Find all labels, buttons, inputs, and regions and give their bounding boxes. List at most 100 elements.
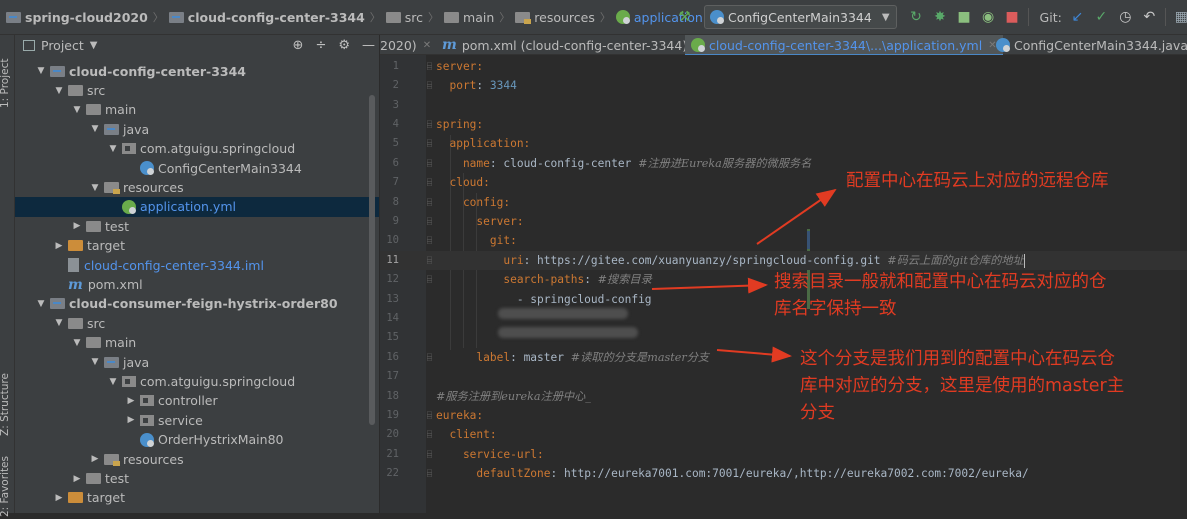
chevron-right-icon[interactable]: ▶: [53, 493, 65, 503]
breadcrumb-item-main[interactable]: main: [442, 10, 496, 25]
coverage-icon[interactable]: ■: [956, 8, 973, 26]
fold-marker-icon[interactable]: ⌸: [427, 251, 432, 270]
chevron-down-icon[interactable]: ▼: [35, 299, 47, 309]
fold-marker-icon[interactable]: ⌸: [427, 134, 432, 153]
tab-favorites-tool[interactable]: 2: Favorites: [0, 455, 15, 519]
tree-item[interactable]: ▼ cloud-consumer-feign-hystrix-order80: [15, 294, 379, 313]
tree-item[interactable]: ConfigCenterMain3344: [15, 159, 379, 178]
run-icon[interactable]: ↻: [908, 8, 925, 26]
tab-pom-xml[interactable]: mpom.xml (cloud-config-center-3344)✕: [440, 35, 708, 55]
fold-marker-icon[interactable]: ⌸: [427, 270, 432, 289]
fold-marker-icon[interactable]: ⌸: [427, 115, 432, 134]
breadcrumb-item-resources[interactable]: resources: [513, 10, 597, 25]
project-structure-icon[interactable]: ▦: [1173, 8, 1187, 26]
git-commit-icon[interactable]: ✓: [1093, 8, 1110, 26]
fold-marker-icon[interactable]: ⌸: [427, 406, 432, 425]
chevron-right-icon[interactable]: ▶: [71, 221, 83, 231]
chevron-down-icon[interactable]: ▼: [71, 338, 83, 348]
chevron-down-icon[interactable]: ▼: [107, 377, 119, 387]
code-text: application:: [436, 134, 530, 153]
module-folder-icon: [6, 11, 21, 23]
tree-item[interactable]: ▶ test: [15, 469, 379, 488]
fold-marker-icon[interactable]: ⌸: [427, 154, 432, 173]
fold-marker-icon[interactable]: ⌸: [427, 425, 432, 444]
fold-marker-icon[interactable]: ⌸: [427, 348, 432, 367]
git-label: Git:: [1039, 9, 1062, 25]
tree-item[interactable]: ▶ target: [15, 236, 379, 255]
line-number: 7: [392, 176, 399, 189]
fold-marker-icon[interactable]: ⌸: [427, 464, 432, 483]
chevron-down-icon[interactable]: ▼: [89, 183, 101, 193]
tree-item[interactable]: ▼ main: [15, 333, 379, 352]
tree-item[interactable]: ▶ controller: [15, 391, 379, 410]
tree-item[interactable]: ▶ test: [15, 217, 379, 236]
git-update-icon[interactable]: ↙: [1069, 8, 1086, 26]
fold-marker-icon[interactable]: ⌸: [427, 76, 432, 95]
tree-item[interactable]: ▼ com.atguigu.springcloud: [15, 372, 379, 391]
tree-item[interactable]: m pom.xml: [15, 275, 379, 294]
gear-icon[interactable]: ⚙: [338, 38, 350, 53]
tree-item[interactable]: cloud-config-center-3344.iml: [15, 256, 379, 275]
debug-icon[interactable]: ✸: [932, 8, 949, 26]
chevron-right-icon[interactable]: ▶: [125, 415, 137, 425]
rollback-icon[interactable]: ↶: [1141, 8, 1158, 26]
tree-item[interactable]: ▼ main: [15, 100, 379, 119]
chevron-down-icon[interactable]: ▼: [90, 40, 98, 51]
chevron-down-icon[interactable]: ▼: [107, 144, 119, 154]
tree-item[interactable]: ▼ resources: [15, 178, 379, 197]
tree-item[interactable]: ▼ java: [15, 353, 379, 372]
chevron-down-icon[interactable]: ▼: [53, 318, 65, 328]
minimize-icon[interactable]: —: [362, 38, 375, 53]
tree-item[interactable]: ▼ com.atguigu.springcloud: [15, 139, 379, 158]
collapse-all-icon[interactable]: ÷: [315, 38, 326, 53]
breadcrumb-item-module[interactable]: cloud-config-center-3344: [167, 10, 367, 25]
chevron-down-icon[interactable]: ▼: [53, 86, 65, 96]
tree-item-label: application.yml: [140, 199, 236, 215]
history-icon[interactable]: ◷: [1117, 8, 1134, 26]
tree-item[interactable]: ▶ target: [15, 488, 379, 507]
text-caret: [1023, 253, 1025, 268]
locate-icon[interactable]: ⊕: [293, 38, 304, 53]
fold-marker-icon[interactable]: ⌸: [427, 173, 432, 192]
fold-marker-icon[interactable]: ⌸: [427, 193, 432, 212]
tab-structure-tool[interactable]: Z: Structure: [0, 357, 15, 453]
tab-project-tool[interactable]: 1: Project: [0, 43, 15, 123]
tab-application-yml[interactable]: cloud-config-center-3344\...\application…: [685, 35, 1003, 56]
tree-item[interactable]: ▼ cloud-config-center-3344: [15, 62, 379, 81]
profile-icon[interactable]: ◉: [980, 8, 997, 26]
fold-marker-icon[interactable]: ⌸: [427, 57, 432, 76]
build-hammer-icon[interactable]: ⚒: [676, 8, 693, 26]
project-scrollbar[interactable]: [369, 95, 375, 425]
chevron-right-icon[interactable]: ▶: [53, 241, 65, 251]
code-line: 9 ⌸ server:: [380, 212, 1187, 231]
chevron-right-icon[interactable]: ▶: [125, 396, 137, 406]
chevron-down-icon[interactable]: ▼: [35, 66, 47, 76]
tree-item[interactable]: ▶ resources: [15, 450, 379, 469]
tree-item[interactable]: ▼ java: [15, 120, 379, 139]
class-icon: [710, 10, 724, 24]
chevron-right-icon[interactable]: ▶: [89, 454, 101, 464]
tree-item[interactable]: OrderHystrixMain80: [15, 430, 379, 449]
tab-editor-partial[interactable]: 2020) ✕: [380, 35, 437, 55]
stop-icon[interactable]: ■: [1004, 8, 1021, 26]
breadcrumb-item-project[interactable]: spring-cloud2020: [4, 10, 150, 25]
fold-marker-icon[interactable]: ⌸: [427, 445, 432, 464]
run-configuration-select[interactable]: ConfigCenterMain3344 ▼: [704, 5, 897, 29]
tab-config-center-main[interactable]: ConfigCenterMain3344.java✕: [992, 35, 1187, 55]
chevron-right-icon[interactable]: ▶: [71, 474, 83, 484]
chevron-down-icon[interactable]: ▼: [71, 105, 83, 115]
breadcrumb-item-src[interactable]: src: [384, 10, 425, 25]
fold-marker-icon[interactable]: ⌸: [427, 212, 432, 231]
tree-item[interactable]: ▶ service: [15, 411, 379, 430]
code-line: 21 ⌸ service-url:: [380, 445, 1187, 464]
tree-item[interactable]: ▼ src: [15, 314, 379, 333]
tree-item[interactable]: application.yml: [15, 197, 379, 217]
code-text: uri: https://gitee.com/xuanyuanzy/spring…: [436, 251, 1025, 270]
chevron-down-icon[interactable]: ▼: [89, 124, 101, 134]
tree-item[interactable]: ▼ src: [15, 81, 379, 100]
run-configuration-label: ConfigCenterMain3344: [728, 9, 872, 25]
chevron-down-icon[interactable]: ▼: [89, 357, 101, 367]
fold-marker-icon[interactable]: ⌸: [427, 231, 432, 250]
close-icon[interactable]: ✕: [423, 40, 431, 51]
project-panel-title[interactable]: Project: [41, 38, 84, 53]
